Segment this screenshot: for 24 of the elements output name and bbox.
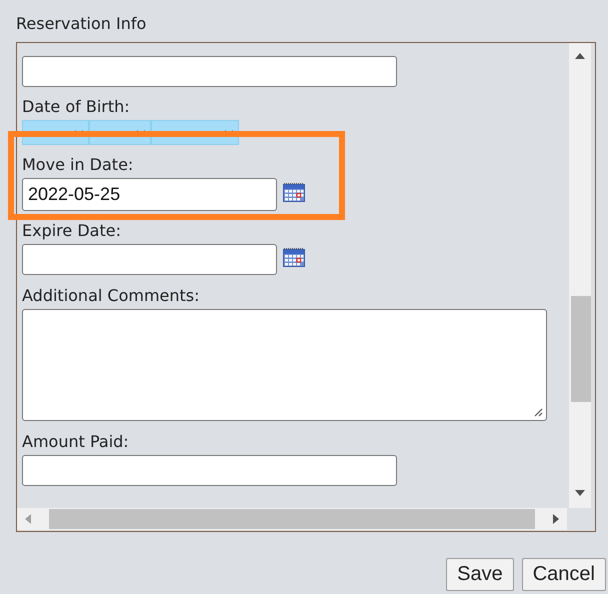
scroll-right-icon[interactable] xyxy=(553,514,559,524)
scroll-thumb[interactable] xyxy=(49,509,535,529)
save-button[interactable]: Save xyxy=(446,558,514,591)
field-label: Move in Date: xyxy=(22,156,134,174)
panel-title: Reservation Info xyxy=(16,14,146,34)
field-label: Expire Date: xyxy=(22,222,121,240)
resize-grip-icon[interactable] xyxy=(533,407,543,417)
field-label: Amount Paid: xyxy=(22,433,129,451)
scroll-up-icon[interactable] xyxy=(575,53,585,59)
scroll-left-icon[interactable] xyxy=(25,514,31,524)
cancel-button[interactable]: Cancel xyxy=(522,558,606,591)
scroll-down-icon[interactable] xyxy=(575,490,585,496)
calendar-icon[interactable] xyxy=(283,246,305,266)
input-field[interactable] xyxy=(22,56,397,87)
vertical-scrollbar[interactable] xyxy=(569,43,591,508)
calendar-icon[interactable] xyxy=(283,182,305,202)
comments-textarea[interactable] xyxy=(22,309,547,421)
horizontal-scrollbar[interactable] xyxy=(17,508,567,530)
field-label: Date of Birth: xyxy=(22,98,130,116)
input-field[interactable] xyxy=(22,455,397,486)
scroll-thumb[interactable] xyxy=(571,296,591,402)
date-field[interactable]: 2022-05-25 xyxy=(22,178,277,211)
field-label: Additional Comments: xyxy=(22,287,200,305)
date-field[interactable] xyxy=(22,244,277,275)
